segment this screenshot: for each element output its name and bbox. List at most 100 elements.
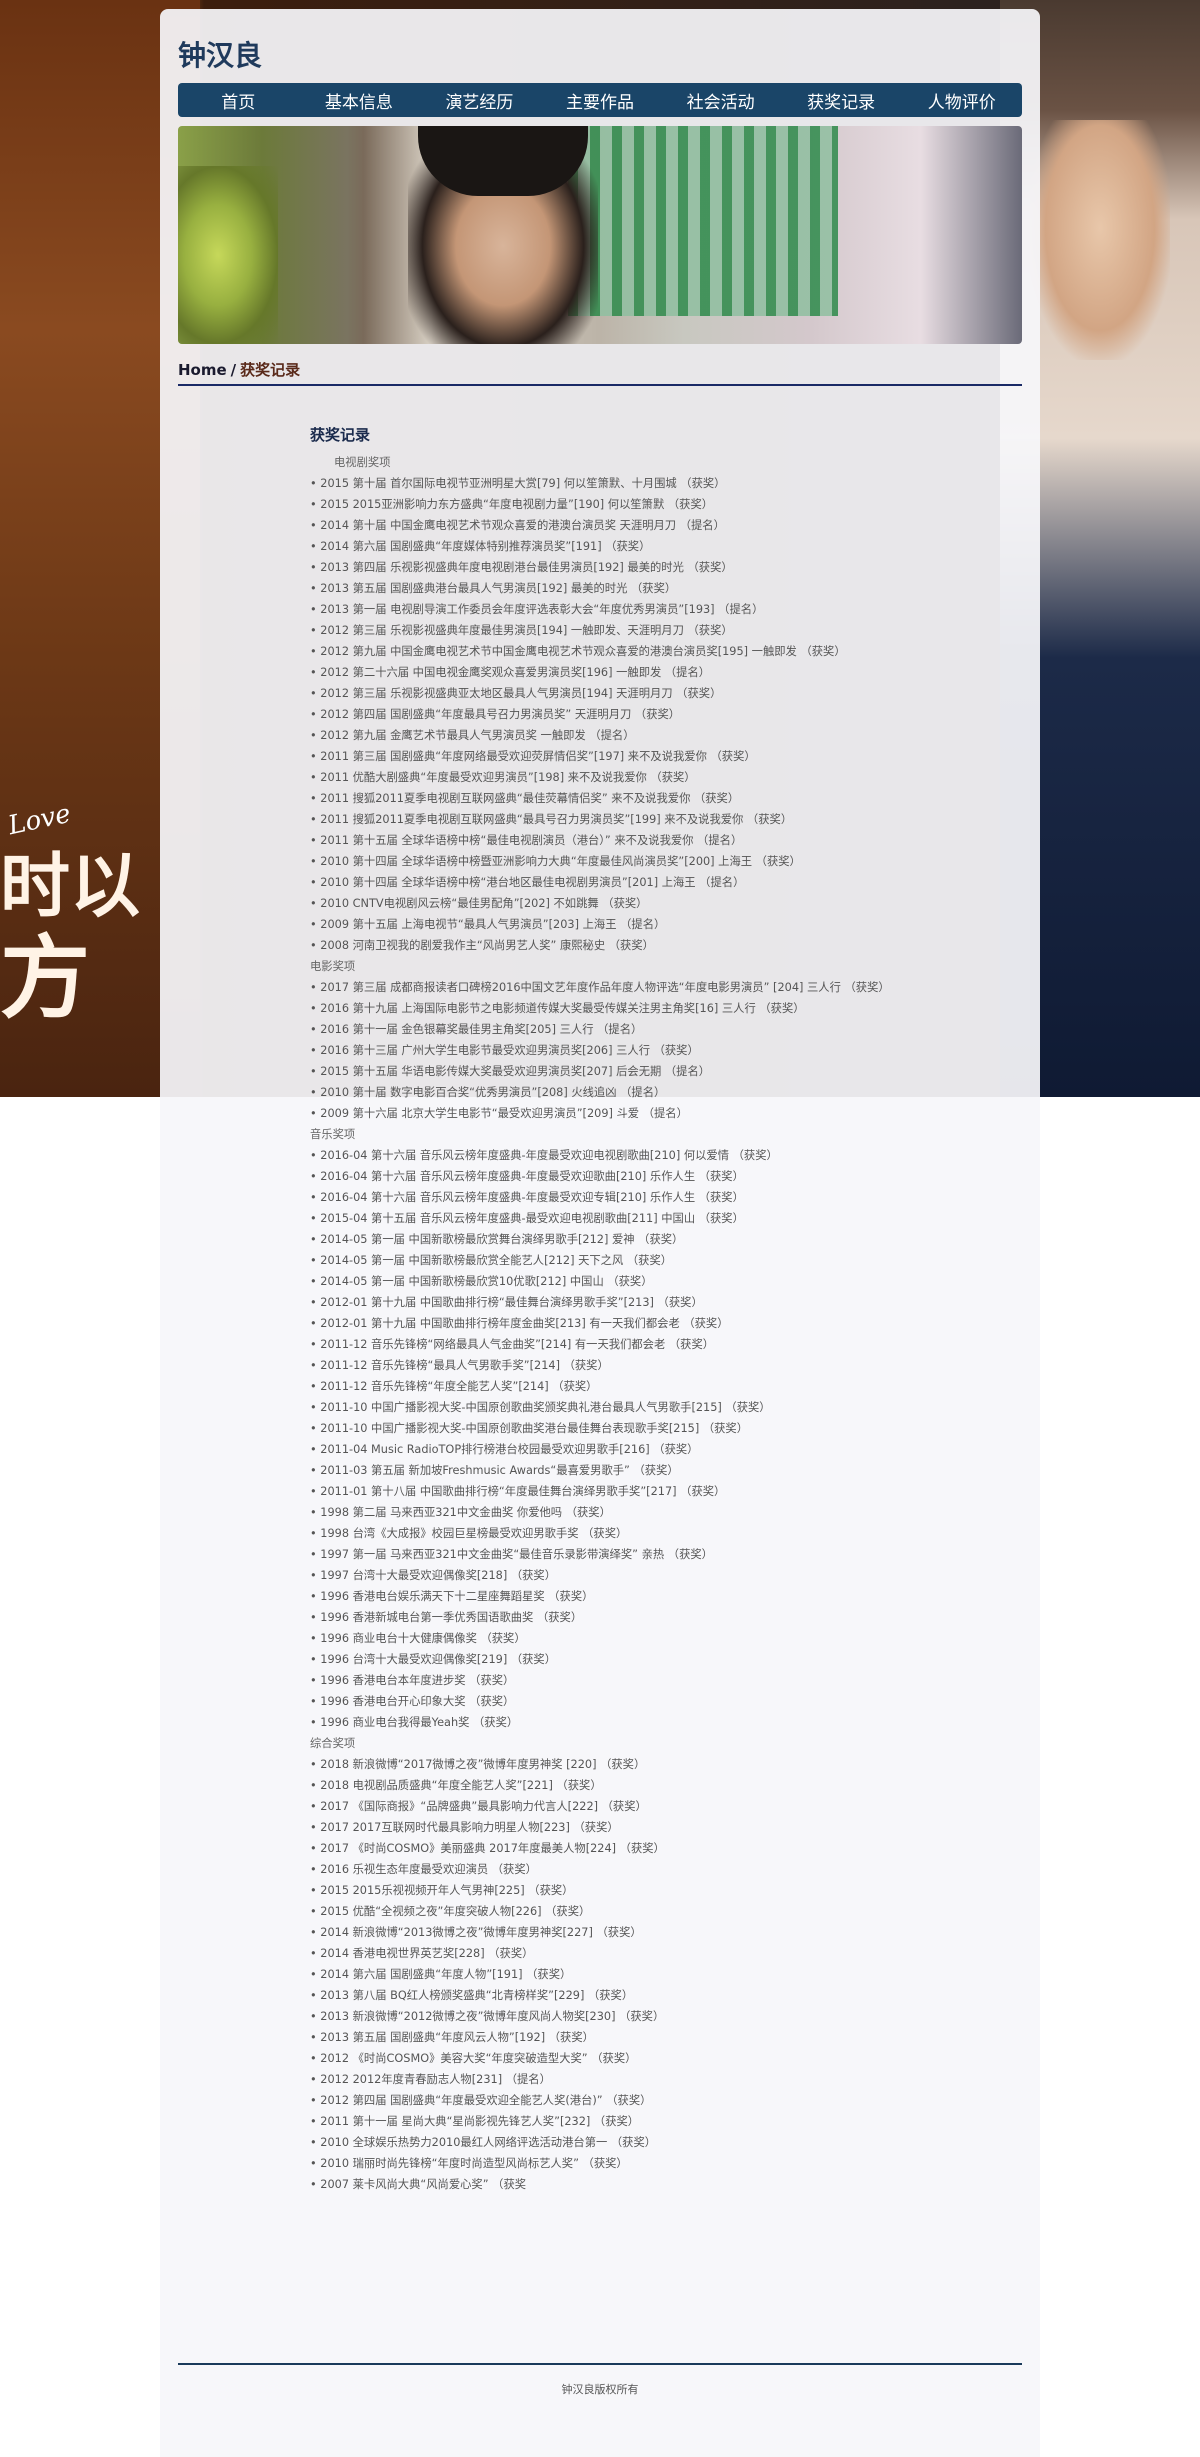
bullet-icon: • [310,876,321,889]
award-text: 2013 第五届 国剧盛典“年度风云人物”[192] （获奖） [320,2031,594,2044]
award-text: 2012 第九届 金鹰艺术节最具人气男演员奖 一触即发 （提名） [320,729,635,742]
section-title: 获奖记录 [310,426,371,444]
award-text: 2012-01 第十九届 中国歌曲排行榜年度金曲奖[213] 有一天我们都会老 … [320,1317,729,1330]
banner-fence [568,126,838,316]
award-list-item: • 2017 《时尚COSMO》美丽盛典 2017年度最美人物[224] （获奖… [310,1838,1000,1859]
bullet-icon: • [310,1590,321,1603]
bullet-icon: • [310,1401,321,1414]
bullet-icon: • [310,1863,321,1876]
award-text: 1997 第一届 马来西亚321中文金曲奖“最佳音乐录影带演绎奖” 亲热 （获奖… [320,1548,713,1561]
breadcrumb-current: 获奖记录 [240,361,301,379]
footer-copyright: 钟汉良版权所有 [561,2383,639,2396]
award-text: 2012 第三届 乐视影视盛典亚太地区最具人气男演员[194] 天涯明月刀 （获… [320,687,722,700]
nav-item-works[interactable]: 主要作品 [540,88,661,113]
bullet-icon: • [310,1212,321,1225]
bullet-icon: • [310,1254,321,1267]
breadcrumb: Home / 获奖记录 [178,359,300,380]
award-text: 2013 第五届 国剧盛典港台最具人气男演员[192] 最美的时光 （获奖） [320,582,677,595]
bullet-icon: • [310,918,321,931]
banner-image [178,126,1022,344]
award-text: 2012 《时尚COSMO》美容大奖“年度突破造型大奖” （获奖） [320,2052,637,2065]
award-list-item: • 1996 香港电台开心印象大奖 （获奖） [310,1691,1000,1712]
award-list-item: • 2012 第三届 乐视影视盛典年度最佳男演员[194] 一触即发、天涯明月刀… [310,620,1000,641]
bullet-icon: • [310,1548,321,1561]
award-list-item: • 1998 第二届 马来西亚321中文金曲奖 你爱他吗 （获奖） [310,1502,1000,1523]
bullet-icon: • [310,477,321,490]
award-text: 2014 新浪微博“2013微博之夜”微博年度男神奖[227] （获奖） [320,1926,642,1939]
award-list-item: • 2012 第九届 金鹰艺术节最具人气男演员奖 一触即发 （提名） [310,725,1000,746]
nav-item-basic-info[interactable]: 基本信息 [299,88,420,113]
award-list-item: • 2016 第十九届 上海国际电影节之电影频道传媒大奖最受传媒关注男主角奖[1… [310,998,1000,1019]
award-list-item: • 2018 新浪微博“2017微博之夜”微博年度男神奖 [220] （获奖） [310,1754,1000,1775]
bullet-icon: • [310,1002,321,1015]
nav-item-awards[interactable]: 获奖记录 [781,88,902,113]
award-text: 2012 第二十六届 中国电视金鹰奖观众喜爱男演员奖[196] 一触即发 （提名… [320,666,711,679]
award-text: 2017 《时尚COSMO》美丽盛典 2017年度最美人物[224] （获奖） [320,1842,665,1855]
award-list-item: • 2014 第六届 国剧盛典“年度人物”[191] （获奖） [310,1964,1000,1985]
bullet-icon: • [310,1527,321,1540]
award-text: 2013 第一届 电视剧导演工作委员会年度评选表彰大会“年度优秀男演员”[193… [320,603,764,616]
bullet-icon: • [310,2094,321,2107]
bullet-icon: • [310,687,321,700]
award-text: 2011-10 中国广播影视大奖-中国原创歌曲奖港台最佳舞台表现歌手奖[215]… [320,1422,749,1435]
award-list-item: • 2009 第十六届 北京大学生电影节“最受欢迎男演员”[209] 斗爱 （提… [310,1103,1000,1124]
award-text: 1996 香港电台开心印象大奖 （获奖） [320,1695,515,1708]
award-list-item: • 2012 第四届 国剧盛典“年度最受欢迎全能艺人奖(港台)” （获奖） [310,2090,1000,2111]
award-text: 2012 第四届 国剧盛典“年度最受欢迎全能艺人奖(港台)” （获奖） [320,2094,652,2107]
award-text: 2010 全球娱乐热势力2010最红人网络评选活动港台第一 （获奖） [320,2136,657,2149]
bullet-icon: • [310,2115,321,2128]
award-text: 2016 第十九届 上海国际电影节之电影频道传媒大奖最受传媒关注男主角奖[16]… [320,1002,805,1015]
bullet-icon: • [310,1443,321,1456]
bullet-icon: • [310,1506,321,1519]
award-list-item: • 1998 台湾《大成报》校园巨星榜最受欢迎男歌手奖 （获奖） [310,1523,1000,1544]
award-list-item: • 2016-04 第十六届 音乐风云榜年度盛典-年度最受欢迎专辑[210] 乐… [310,1187,1000,1208]
award-list-item: • 1996 商业电台我得最Yeah奖 （获奖） [310,1712,1000,1733]
background-calligraphy-2: 方 [0,925,90,1031]
bullet-icon: • [310,1233,321,1246]
award-text: 2008 河南卫视我的剧爱我作主“风尚男艺人奖” 康熙秘史 （获奖） [320,939,654,952]
award-text: 2011 第十五届 全球华语榜中榜“最佳电视剧演员（港台）” 来不及说我爱你 （… [320,834,743,847]
nav-item-social-activities[interactable]: 社会活动 [660,88,781,113]
award-text: 2016-04 第十六届 音乐风云榜年度盛典-年度最受欢迎电视剧歌曲[210] … [320,1149,778,1162]
award-list-item: • 2015-04 第十五届 音乐风云榜年度盛典-最受欢迎电视剧歌曲[211] … [310,1208,1000,1229]
award-list-item: • 2015 2015亚洲影响力东方盛典“年度电视剧力量”[190] 何以笙箫默… [310,494,1000,515]
breadcrumb-home-link[interactable]: Home [178,361,227,379]
bullet-icon: • [310,1275,321,1288]
nav-item-career[interactable]: 演艺经历 [419,88,540,113]
award-text: 2010 瑞丽时尚先锋榜“年度时尚造型风尚标艺人奖” （获奖） [320,2157,628,2170]
award-text: 1996 商业电台十大健康偶像奖 （获奖） [320,1632,526,1645]
award-text: 2012 2012年度青春励志人物[231] （提名） [320,2073,551,2086]
award-text: 2015 优酷“全视频之夜”年度突破人物[226] （获奖） [320,1905,591,1918]
bullet-icon: • [310,1065,321,1078]
award-text: 1996 台湾十大最受欢迎偶像奖[219] （获奖） [320,1653,557,1666]
bullet-icon: • [310,855,321,868]
award-text: 2011 第十一届 星尚大典“星尚影视先锋艺人奖”[232] （获奖） [320,2115,640,2128]
award-text: 1998 第二届 马来西亚321中文金曲奖 你爱他吗 （获奖） [320,1506,611,1519]
award-text: 1996 香港电台娱乐满天下十二星座舞蹈星奖 （获奖） [320,1590,594,1603]
award-list-item: • 2011 第三届 国剧盛典“年度网络最受欢迎荧屏情侣奖”[197] 来不及说… [310,746,1000,767]
bullet-icon: • [310,666,321,679]
award-list-item: • 2010 第十四届 全球华语榜中榜暨亚洲影响力大典“年度最佳风尚演员奖”[2… [310,851,1000,872]
award-text: 2017 《国际商报》“品牌盛典”最具影响力代言人[222] （获奖） [320,1800,647,1813]
award-list-item: • 1996 香港新城电台第一季优秀国语歌曲奖 （获奖） [310,1607,1000,1628]
site-title[interactable]: 钟汉良 [178,34,262,74]
bullet-icon: • [310,540,321,553]
award-list-item: • 2015 第十届 首尔国际电视节亚洲明星大赏[79] 何以笙箫默、十月围城 … [310,473,1000,494]
bullet-icon: • [310,1296,321,1309]
award-text: 2010 第十届 数字电影百合奖“优秀男演员”[208] 火线追凶 （提名） [320,1086,666,1099]
award-list-item: • 2011 第十五届 全球华语榜中榜“最佳电视剧演员（港台）” 来不及说我爱你… [310,830,1000,851]
award-text: 2009 第十五届 上海电视节“最具人气男演员”[203] 上海王 （提名） [320,918,666,931]
bullet-icon: • [310,2136,321,2149]
award-text: 2015 第十五届 华语电影传媒大奖最受欢迎男演员奖[207] 后会无期 （提名… [320,1065,711,1078]
nav-item-reviews[interactable]: 人物评价 [901,88,1022,113]
bullet-icon: • [310,1023,321,1036]
bullet-icon: • [310,813,321,826]
header-divider [178,384,1022,386]
nav-item-home[interactable]: 首页 [178,88,299,113]
bullet-icon: • [310,1800,321,1813]
award-text: 2015 2015乐视视频开年人气男神[225] （获奖） [320,1884,574,1897]
bullet-icon: • [310,1086,321,1099]
bullet-icon: • [310,1317,321,1330]
award-list-item: • 2014-05 第一届 中国新歌榜最欣赏舞台演绎男歌手[212] 爱神 （获… [310,1229,1000,1250]
bullet-icon: • [310,1653,321,1666]
